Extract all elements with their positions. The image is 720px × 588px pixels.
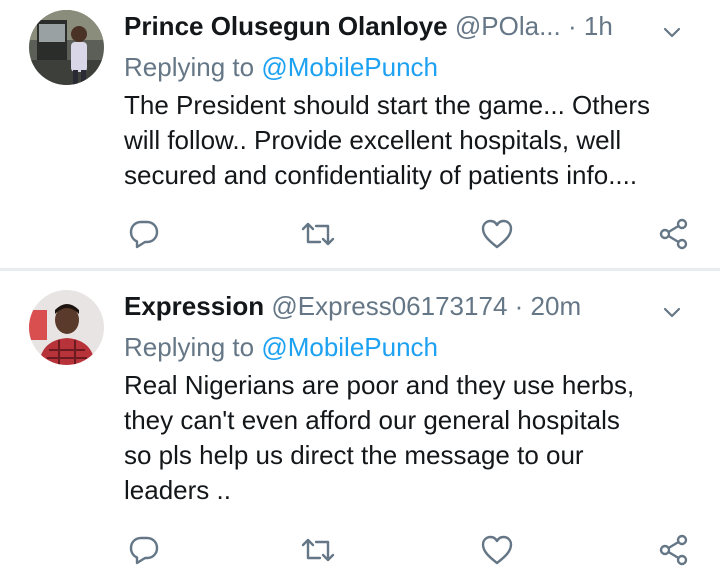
separator-dot: · <box>568 11 577 41</box>
tweet-text-line: so pls help us direct the message to our <box>124 440 584 470</box>
avatar-photo <box>29 10 104 85</box>
like-button[interactable] <box>477 214 517 254</box>
avatar-photo <box>29 290 104 365</box>
tweet-text-line: Real Nigerians are poor and they use her… <box>124 370 635 400</box>
reply-icon <box>129 220 159 249</box>
timestamp[interactable]: 20m <box>531 291 582 321</box>
heart-icon <box>481 535 513 565</box>
chevron-down-icon[interactable] <box>662 296 682 330</box>
replying-to: Replying to @MobilePunch <box>124 50 438 84</box>
display-name[interactable]: Prince Olusegun Olanloye <box>124 11 448 41</box>
heart-icon <box>481 219 513 249</box>
share-icon <box>659 218 688 250</box>
share-button[interactable] <box>654 530 694 570</box>
retweet-button[interactable] <box>298 214 338 254</box>
separator-dot: · <box>514 291 524 321</box>
share-icon <box>659 534 688 566</box>
retweet-icon <box>301 222 335 246</box>
tweet[interactable]: Prince Olusegun Olanloye @POla... · 1h R… <box>0 0 720 268</box>
tweet-header: Expression @Express06173174 · 20m <box>124 289 690 323</box>
reply-button[interactable] <box>124 214 164 254</box>
reply-icon <box>129 536 159 565</box>
tweet-text: The President should start the game... O… <box>124 88 694 193</box>
tweet-feed: Prince Olusegun Olanloye @POla... · 1h R… <box>0 0 720 588</box>
user-handle[interactable]: @Express06173174 <box>271 291 507 321</box>
tweet-text-line: secured and confidentiality of patients … <box>124 160 638 190</box>
user-handle[interactable]: @POla... <box>455 11 561 41</box>
tweet-text-line: will follow.. Provide excellent hospital… <box>124 125 622 155</box>
tweet-actions <box>0 214 720 254</box>
tweet-text: Real Nigerians are poor and they use her… <box>124 368 694 508</box>
mention-link[interactable]: @MobilePunch <box>261 332 438 362</box>
mention-link[interactable]: @MobilePunch <box>261 52 438 82</box>
tweet-text-line: The President should start the game... O… <box>124 90 651 120</box>
retweet-button[interactable] <box>298 530 338 570</box>
share-button[interactable] <box>654 214 694 254</box>
tweet[interactable]: Expression @Express06173174 · 20m Replyi… <box>0 271 720 588</box>
replying-prefix: Replying to <box>124 332 255 362</box>
avatar[interactable] <box>29 10 104 85</box>
tweet-text-line: leaders .. <box>124 475 231 505</box>
tweet-actions <box>0 530 720 570</box>
display-name[interactable]: Expression <box>124 291 264 321</box>
avatar[interactable] <box>29 290 104 365</box>
retweet-icon <box>301 538 335 562</box>
chevron-down-icon[interactable] <box>662 16 682 50</box>
tweet-header: Prince Olusegun Olanloye @POla... · 1h <box>124 9 690 43</box>
like-button[interactable] <box>477 530 517 570</box>
timestamp[interactable]: 1h <box>584 11 613 41</box>
replying-to: Replying to @MobilePunch <box>124 330 438 364</box>
tweet-text-line: they can't even afford our general hospi… <box>124 405 620 435</box>
reply-button[interactable] <box>124 530 164 570</box>
replying-prefix: Replying to <box>124 52 255 82</box>
